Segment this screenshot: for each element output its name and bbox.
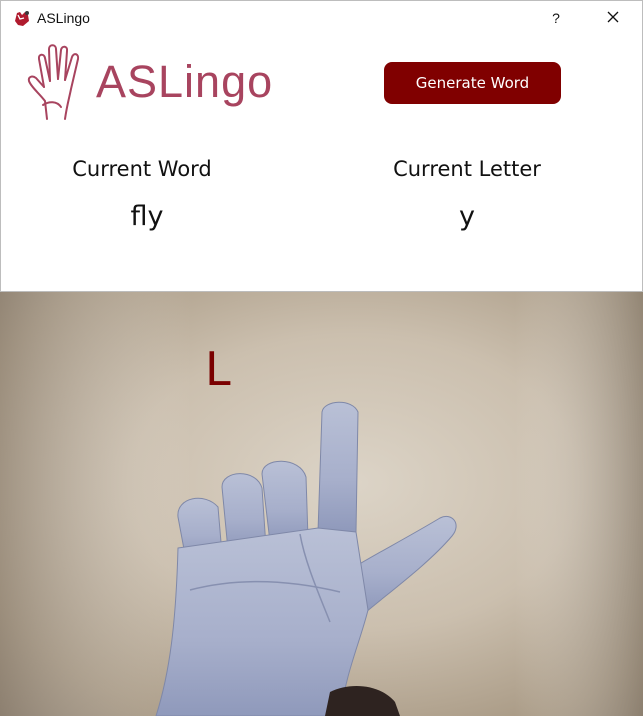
title-bar[interactable]: ASLingo ? — [1, 1, 642, 35]
app-window: ASLingo ? ASLingo Generate Word Current … — [0, 0, 643, 292]
logo-text: ASLingo — [96, 56, 274, 107]
hand-image — [0, 292, 643, 716]
hand-icon — [12, 9, 32, 27]
current-letter-label: Current Letter — [393, 157, 541, 181]
close-button[interactable] — [590, 3, 636, 33]
current-word-label: Current Word — [72, 157, 212, 181]
help-icon: ? — [552, 10, 560, 26]
current-letter-value: y — [459, 201, 475, 232]
hand-icon — [27, 44, 80, 120]
help-button[interactable]: ? — [533, 3, 579, 33]
current-word-value: fly — [130, 201, 164, 232]
window-title: ASLingo — [37, 10, 90, 26]
detected-letter-overlay: L — [205, 342, 231, 396]
generate-word-button[interactable]: Generate Word — [384, 62, 561, 104]
camera-feed: L — [0, 292, 643, 716]
close-icon — [607, 10, 619, 26]
